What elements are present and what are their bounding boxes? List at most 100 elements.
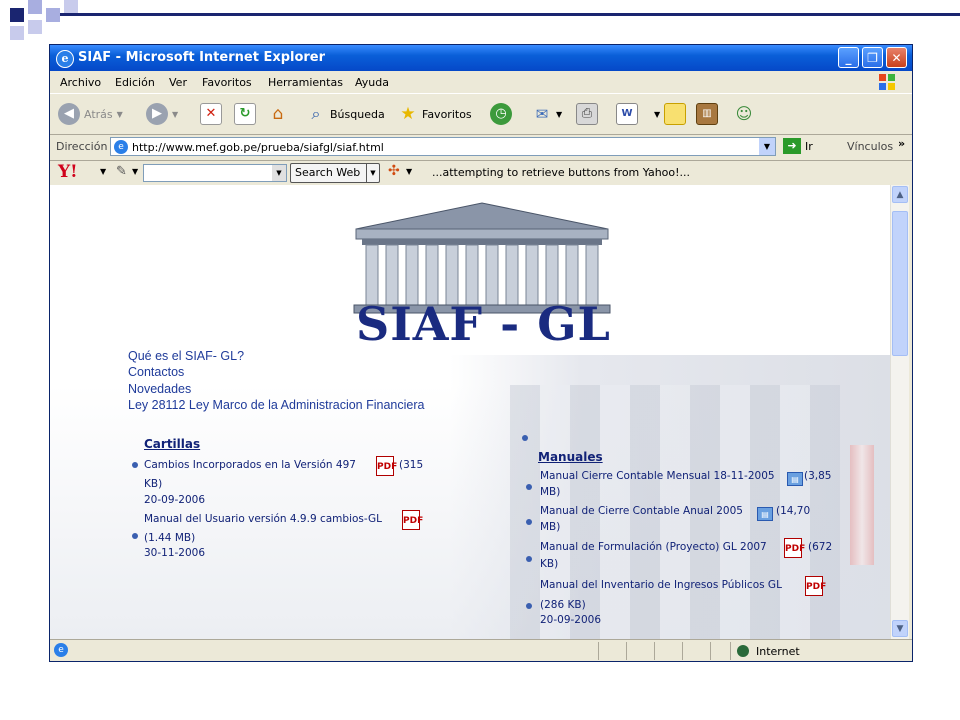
status-divider xyxy=(654,642,655,660)
manual-link-1[interactable]: Manual Cierre Contable Mensual 18-11-200… xyxy=(540,470,775,482)
vertical-scrollbar[interactable]: ▲ ▼ xyxy=(890,185,909,639)
yahoo-search-web-button[interactable]: Search Web ▼ xyxy=(290,163,380,183)
highlight-icon[interactable]: ✣ xyxy=(388,163,400,179)
cartilla-link-1[interactable]: Cambios Incorporados en la Versión 497 xyxy=(144,459,356,471)
menu-herramientas[interactable]: Herramientas xyxy=(268,76,343,89)
edit-button[interactable]: W ▼ xyxy=(616,100,660,128)
standard-toolbar: ◀ Atrás ▼ ▶ ▼ ✕ ↻ ⌂ ⌕ Búsqueda ★ Favorit… xyxy=(50,93,912,135)
menu-archivo[interactable]: Archivo xyxy=(60,76,101,89)
messenger-button[interactable]: ☺ xyxy=(734,100,754,128)
status-bar: e Internet xyxy=(50,639,912,661)
favorites-star-icon: ★ xyxy=(400,104,416,124)
scroll-up-button[interactable]: ▲ xyxy=(892,186,908,203)
pencil-icon[interactable]: ✎ xyxy=(116,164,127,179)
favorites-label: Favoritos xyxy=(422,107,472,121)
link-contactos[interactable]: Contactos xyxy=(128,365,184,379)
research-icon: ▥ xyxy=(696,103,718,125)
pdf-icon[interactable]: PDF xyxy=(376,455,397,476)
status-divider xyxy=(626,642,627,660)
back-button[interactable]: ◀ Atrás ▼ xyxy=(58,100,123,128)
refresh-button[interactable]: ↻ xyxy=(234,100,256,128)
window-title: SIAF - Microsoft Internet Explorer xyxy=(78,50,326,65)
chevron-more-icon[interactable]: » xyxy=(898,137,905,150)
history-button[interactable]: ◷ xyxy=(490,100,512,128)
dropdown-arrow-icon[interactable]: ▼ xyxy=(406,167,412,176)
discuss-button[interactable] xyxy=(664,100,686,128)
close-button[interactable]: ✕ xyxy=(886,47,907,68)
back-icon: ◀ xyxy=(58,103,80,125)
search-button[interactable]: ⌕ Búsqueda xyxy=(306,100,385,128)
pdf-icon[interactable]: PDF xyxy=(805,575,826,596)
home-icon: ⌂ xyxy=(272,104,284,124)
yahoo-logo[interactable]: Y! xyxy=(58,162,78,182)
cartillas-heading: Cartillas xyxy=(144,437,201,451)
folder-icon xyxy=(664,103,686,125)
yahoo-search-input[interactable]: ▼ xyxy=(143,164,287,182)
search-label: Búsqueda xyxy=(330,107,385,121)
slide-decoration xyxy=(0,0,960,40)
address-input[interactable]: e http://www.mef.gob.pe/prueba/siafgl/sia… xyxy=(110,137,776,156)
maximize-button[interactable]: ❐ xyxy=(862,47,883,68)
pdf-icon[interactable]: PDF xyxy=(784,537,805,558)
pps-icon[interactable]: ▤ xyxy=(757,503,773,522)
refresh-icon: ↻ xyxy=(234,103,256,125)
cartilla-1-size-b: KB) xyxy=(144,478,163,490)
bullet-icon xyxy=(522,435,528,441)
scroll-thumb[interactable] xyxy=(892,211,908,356)
dropdown-arrow-icon[interactable]: ▼ xyxy=(132,167,138,176)
search-web-label: Search Web xyxy=(295,166,361,179)
menu-edicion[interactable]: Edición xyxy=(115,76,155,89)
mail-button[interactable]: ✉ ▼ xyxy=(532,100,562,128)
page-status-icon: e xyxy=(54,643,68,657)
cartilla-link-2[interactable]: Manual del Usuario versión 4.9.9 cambios… xyxy=(144,513,382,525)
word-icon: W xyxy=(616,103,638,125)
link-que-es-siaf[interactable]: Qué es el SIAF- GL? xyxy=(128,349,244,363)
title-bar[interactable]: e SIAF - Microsoft Internet Explorer _ ❐… xyxy=(50,45,912,71)
cartilla-2-date: 30-11-2006 xyxy=(144,547,206,559)
siaf-gl-logo-text: SIAF - GL xyxy=(356,297,611,351)
stop-button[interactable]: ✕ xyxy=(200,100,222,128)
print-button[interactable]: ⎙ xyxy=(576,100,598,128)
yahoo-status-text: ...attempting to retrieve buttons from Y… xyxy=(432,166,691,179)
favorites-button[interactable]: ★ Favoritos xyxy=(398,100,472,128)
minimize-button[interactable]: _ xyxy=(838,47,859,68)
research-button[interactable]: ▥ xyxy=(696,100,718,128)
manual-3-size-a: (672 xyxy=(808,541,833,553)
manual-3-size-b: KB) xyxy=(540,558,559,570)
status-divider xyxy=(682,642,683,660)
dropdown-arrow-icon: ▼ xyxy=(116,109,123,119)
link-ley-28112[interactable]: Ley 28112 Ley Marco de la Administracion… xyxy=(128,398,424,412)
go-button[interactable]: ➜ Ir xyxy=(783,138,813,154)
windows-logo-icon xyxy=(878,73,896,94)
mail-icon: ✉ xyxy=(535,105,549,123)
manual-link-2[interactable]: Manual de Cierre Contable Anual 2005 xyxy=(540,505,743,517)
manual-link-4[interactable]: Manual del Inventario de Ingresos Públic… xyxy=(540,579,782,591)
ie-logo-icon: e xyxy=(56,50,74,68)
page-content: SIAF - GL Qué es el SIAF- GL? Contactos … xyxy=(50,185,890,639)
pdf-icon[interactable]: PDF xyxy=(402,509,423,530)
menu-ayuda[interactable]: Ayuda xyxy=(355,76,389,89)
forward-button[interactable]: ▶ ▼ xyxy=(146,100,178,128)
pps-icon[interactable]: ▤ xyxy=(787,468,803,487)
back-label: Atrás xyxy=(84,107,113,121)
menu-bar: Archivo Edición Ver Favoritos Herramient… xyxy=(50,71,912,93)
dropdown-arrow-icon[interactable]: ▼ xyxy=(366,164,379,182)
scroll-down-button[interactable]: ▼ xyxy=(892,620,908,637)
globe-icon xyxy=(737,645,749,657)
dropdown-arrow-icon[interactable]: ▼ xyxy=(272,165,286,181)
menu-favoritos[interactable]: Favoritos xyxy=(202,76,252,89)
links-label[interactable]: Vínculos xyxy=(847,140,893,153)
manual-1-size-b: MB) xyxy=(540,486,561,498)
link-novedades[interactable]: Novedades xyxy=(128,382,191,396)
manual-link-3[interactable]: Manual de Formulación (Proyecto) GL 2007 xyxy=(540,541,767,553)
cartilla-1-date: 20-09-2006 xyxy=(144,494,206,506)
menu-ver[interactable]: Ver xyxy=(169,76,187,89)
address-dropdown-icon[interactable]: ▼ xyxy=(759,138,775,155)
dropdown-arrow-icon[interactable]: ▼ xyxy=(100,167,106,176)
flag-decoration xyxy=(850,445,874,565)
manual-4-size: (286 KB) xyxy=(540,599,586,611)
browser-window: e SIAF - Microsoft Internet Explorer _ ❐… xyxy=(49,44,913,662)
manuales-heading: Manuales xyxy=(538,450,603,464)
dropdown-arrow-icon: ▼ xyxy=(654,109,661,119)
home-button[interactable]: ⌂ xyxy=(268,100,288,128)
